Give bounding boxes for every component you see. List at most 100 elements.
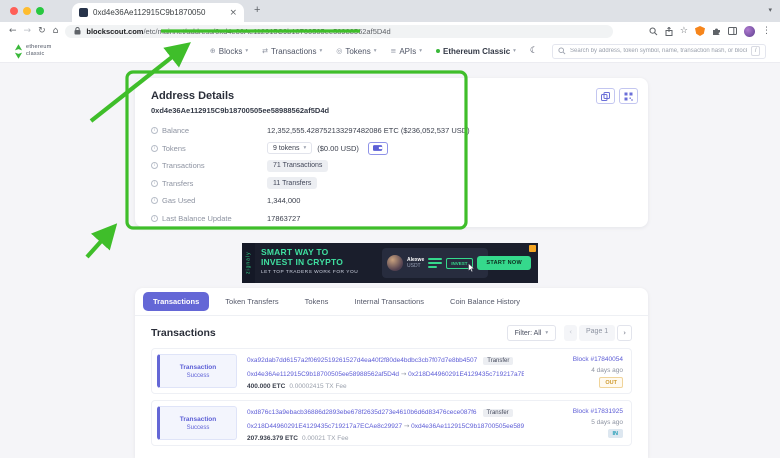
home-icon[interactable]: ⌂ bbox=[53, 27, 59, 36]
nav-apis[interactable]: ≡ APIs ▾ bbox=[390, 47, 422, 56]
nav-blocks[interactable]: ⊕ Blocks ▾ bbox=[210, 47, 248, 56]
tx-type-badge: Transfer bbox=[483, 357, 513, 365]
address-detail-rows: iBalance 12,352,555.428752133297482086 E… bbox=[151, 122, 632, 227]
block-link[interactable]: Block #17831925 bbox=[534, 408, 623, 415]
browser-tab[interactable]: 0xd4e36Ae112915C9b1870050 × bbox=[72, 3, 244, 22]
dark-mode-toggle-icon[interactable]: ☾ bbox=[530, 46, 538, 56]
from-address-link[interactable]: 0xd4e36Ae112915C9b18700505ee58988562af5D… bbox=[247, 371, 399, 378]
ad-banner[interactable]: zignaly SMART WAY TO INVEST IN CRYPTO LE… bbox=[242, 243, 538, 283]
window-zoom-button[interactable] bbox=[36, 7, 44, 15]
transactions-row: iTransactions 71 Transactions bbox=[151, 157, 632, 175]
search-input[interactable] bbox=[570, 48, 747, 54]
tab-favicon-icon bbox=[79, 8, 88, 17]
info-icon: i bbox=[151, 215, 158, 222]
nav-tokens[interactable]: ◎ Tokens ▾ bbox=[336, 47, 376, 56]
tokens-dropdown[interactable]: 9 tokens ▾ bbox=[267, 142, 312, 154]
url-domain: blockscout.com bbox=[86, 27, 143, 36]
address-details-card: Address Details 0xd4e36Ae112915C9b187005… bbox=[135, 78, 648, 227]
tab-token-transfers[interactable]: Token Transfers bbox=[215, 292, 288, 311]
transaction-row: Transaction Success 0xa92dab7dd6157a2f06… bbox=[151, 348, 632, 394]
transactions-icon: ⇄ bbox=[262, 47, 268, 55]
nav-transactions[interactable]: ⇄ Transactions ▾ bbox=[262, 47, 322, 56]
tx-amount: 400.000 ETC bbox=[247, 383, 285, 388]
qr-code-button[interactable] bbox=[619, 88, 638, 104]
info-icon: i bbox=[151, 180, 158, 187]
filter-button[interactable]: Filter: All ▾ bbox=[507, 325, 557, 341]
chevron-down-icon: ▾ bbox=[374, 48, 377, 54]
share-icon[interactable] bbox=[665, 27, 673, 36]
metamask-icon[interactable] bbox=[695, 26, 705, 36]
search-shortcut-badge: / bbox=[751, 46, 760, 56]
tab-transactions[interactable]: Transactions bbox=[143, 292, 209, 311]
info-icon: i bbox=[151, 162, 158, 169]
prev-page-button[interactable]: ‹ bbox=[564, 325, 577, 341]
card-title: Address Details bbox=[151, 90, 632, 102]
url-path: /etc/mainnet/address/0xd4e36Ae112915C9b1… bbox=[143, 27, 390, 36]
qr-code-icon bbox=[624, 92, 633, 101]
back-icon[interactable]: ← bbox=[9, 27, 17, 36]
tx-hash-link[interactable]: 0xd876c13a9ebacb36886d2893ebe678f2635d27… bbox=[247, 409, 477, 416]
tab-search-icon[interactable]: ▾ bbox=[768, 6, 772, 14]
tab-close-icon[interactable]: × bbox=[229, 8, 237, 18]
pagination: ‹ Page 1 › bbox=[564, 325, 632, 341]
lock-icon bbox=[74, 27, 81, 35]
side-panel-icon[interactable] bbox=[728, 27, 737, 35]
etc-logo[interactable]: ethereum classic bbox=[14, 44, 52, 59]
tx-fee: 0.00002415 TX Fee bbox=[289, 383, 346, 388]
chevron-down-icon: ▾ bbox=[303, 145, 306, 151]
tokens-icon: ◎ bbox=[336, 47, 342, 55]
tx-age: 4 days ago bbox=[534, 367, 623, 374]
from-address-link[interactable]: 0x218D44960291E4129435c719217a7ECAe8c299… bbox=[247, 423, 402, 430]
transaction-row: Transaction Success 0xd876c13a9ebacb3688… bbox=[151, 400, 632, 446]
new-tab-button[interactable]: + bbox=[254, 4, 260, 16]
window-minimize-button[interactable] bbox=[23, 7, 31, 15]
transfers-count-badge[interactable]: 11 Transfers bbox=[267, 177, 317, 189]
ad-choices-icon[interactable] bbox=[529, 245, 536, 252]
chevron-down-icon: ▾ bbox=[513, 48, 516, 54]
page-indicator: Page 1 bbox=[579, 325, 615, 341]
tx-hash-link[interactable]: 0xa92dab7dd6157a2f0692519261527d4ea40f2f… bbox=[247, 357, 477, 364]
start-now-button[interactable]: START NOW bbox=[477, 256, 531, 270]
invest-button[interactable]: INVEST bbox=[446, 258, 472, 269]
annotation-arrow bbox=[87, 228, 113, 257]
block-link[interactable]: Block #17840054 bbox=[534, 356, 623, 363]
ad-trader-panel: Alexwe USDT INVEST bbox=[382, 248, 488, 278]
transactions-count-badge[interactable]: 71 Transactions bbox=[267, 160, 328, 172]
tab-tokens[interactable]: Tokens bbox=[295, 292, 339, 311]
url-text: blockscout.com/etc/mainnet/address/0xd4e… bbox=[86, 27, 390, 36]
to-address-link[interactable]: 0xd4e36Ae112915C9b18700505ee58988562af5D… bbox=[411, 423, 524, 430]
transfers-row: iTransfers 11 Transfers bbox=[151, 175, 632, 193]
gas-used-row: iGas Used 1,344,000 bbox=[151, 192, 632, 210]
to-address-link[interactable]: 0x218D44960291E4129435c719217a7ECAe8c299… bbox=[408, 371, 524, 378]
profile-avatar[interactable] bbox=[744, 26, 755, 37]
tab-internal-transactions[interactable]: Internal Transactions bbox=[344, 292, 434, 311]
browser-toolbar: ← → ↻ ⌂ blockscout.com/etc/mainnet/addre… bbox=[0, 22, 780, 40]
copy-address-button[interactable] bbox=[596, 88, 615, 104]
tab-bar: Transactions Token Transfers Tokens Inte… bbox=[135, 288, 648, 316]
forward-icon[interactable]: → bbox=[24, 27, 32, 36]
window-close-button[interactable] bbox=[10, 7, 18, 15]
transaction-meta: Block #17840054 4 days ago OUT bbox=[534, 354, 626, 388]
site-search[interactable]: / bbox=[552, 44, 766, 59]
copy-icon bbox=[601, 92, 610, 101]
transaction-details: 0xa92dab7dd6157a2f0692519261527d4ea40f2f… bbox=[247, 354, 524, 388]
tx-age: 5 days ago bbox=[534, 419, 623, 426]
trader-avatar bbox=[387, 255, 403, 271]
search-icon[interactable] bbox=[649, 27, 658, 36]
info-icon: i bbox=[151, 197, 158, 204]
search-icon bbox=[558, 47, 566, 55]
etc-logo-icon bbox=[14, 44, 23, 59]
browser-menu-icon[interactable]: ⋮ bbox=[762, 27, 771, 36]
extensions-icon[interactable] bbox=[712, 27, 721, 36]
network-selector[interactable]: Ethereum Classic ▾ bbox=[436, 47, 516, 56]
reload-icon[interactable]: ↻ bbox=[38, 27, 46, 36]
info-icon: i bbox=[151, 145, 158, 152]
next-page-button[interactable]: › bbox=[617, 325, 632, 341]
status-badge: Success bbox=[187, 373, 210, 379]
address-bar[interactable]: blockscout.com/etc/mainnet/address/0xd4e… bbox=[65, 25, 613, 38]
wallet-button[interactable] bbox=[368, 142, 388, 155]
tab-coin-balance-history[interactable]: Coin Balance History bbox=[440, 292, 530, 311]
bookmark-star-icon[interactable]: ☆ bbox=[680, 27, 688, 36]
cursor-icon bbox=[468, 263, 475, 272]
browser-action-icons: ☆ ⋮ bbox=[649, 26, 771, 37]
